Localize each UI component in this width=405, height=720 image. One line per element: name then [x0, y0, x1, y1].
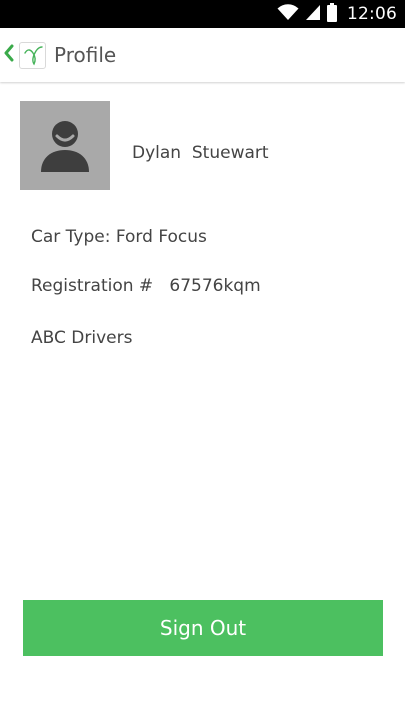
- company-text: ABC Drivers: [31, 328, 133, 348]
- status-icons: 12:06: [277, 0, 397, 28]
- action-bar: Profile: [0, 28, 405, 82]
- app-logo-icon: [19, 41, 46, 69]
- registration-text: Registration # 67576kqm: [31, 276, 261, 296]
- driver-name: Dylan Stuewart: [132, 143, 269, 163]
- wifi-icon: [277, 3, 299, 25]
- status-time: 12:06: [347, 4, 397, 24]
- status-bar: 12:06: [0, 0, 405, 28]
- back-button[interactable]: [0, 28, 46, 82]
- avatar: [20, 101, 110, 190]
- person-avatar-icon: [35, 114, 95, 178]
- page-title: Profile: [54, 43, 117, 67]
- car-type-text: Car Type: Ford Focus: [31, 227, 207, 247]
- chevron-left-icon: [3, 44, 19, 66]
- battery-icon: [327, 2, 337, 26]
- sign-out-button[interactable]: Sign Out: [23, 600, 383, 656]
- signal-icon: [305, 3, 321, 25]
